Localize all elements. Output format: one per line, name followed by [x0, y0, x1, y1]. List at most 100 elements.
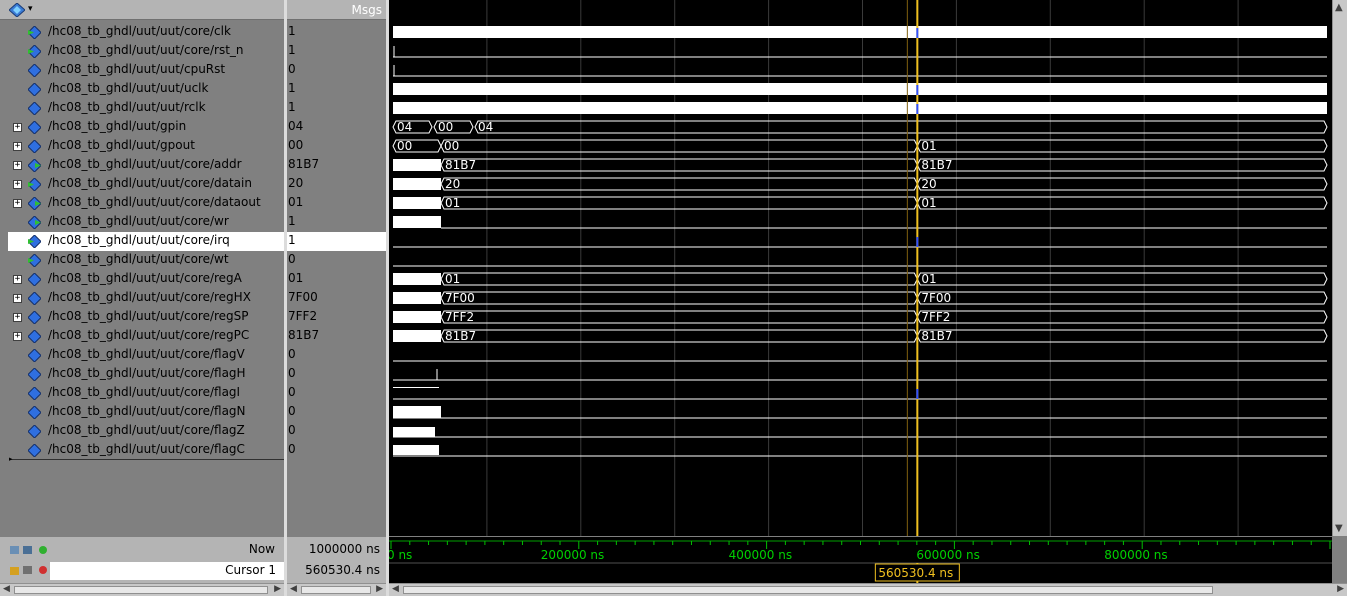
bus-segment	[916, 177, 1328, 191]
signal-value: 81B7	[288, 157, 320, 171]
signal-row[interactable]: + /hc08_tb_ghdl/uut/uut/core/addr	[8, 156, 284, 175]
wave-tools-icon[interactable]	[9, 3, 25, 17]
expand-icon[interactable]: +	[13, 332, 22, 341]
bus-activity	[393, 273, 441, 285]
bus-activity	[393, 197, 441, 209]
signal-row[interactable]: + /hc08_tb_ghdl/uut/gpin	[8, 118, 284, 137]
value-row[interactable]: 0	[287, 365, 386, 384]
value-row[interactable]: 04	[287, 118, 386, 137]
value-row[interactable]: 1	[287, 232, 386, 251]
signal-name: /hc08_tb_ghdl/uut/uut/core/flagV	[48, 347, 245, 361]
signal-row[interactable]: + /hc08_tb_ghdl/uut/gpout	[8, 137, 284, 156]
expand-icon[interactable]: +	[13, 313, 22, 322]
value-row[interactable]: 81B7	[287, 327, 386, 346]
value-row[interactable]: 0	[287, 422, 386, 441]
signal-value: 01	[288, 271, 304, 285]
value-row[interactable]: 1	[287, 23, 386, 42]
signal-row[interactable]: /hc08_tb_ghdl/uut/uut/core/irq	[8, 232, 284, 251]
expand-icon[interactable]: +	[13, 199, 22, 208]
value-row[interactable]: 0	[287, 61, 386, 80]
vertical-scrollbar[interactable]: ▲ ▼	[1332, 0, 1347, 536]
scroll-left-icon[interactable]: ◀	[3, 584, 10, 594]
scroll-down-icon[interactable]: ▼	[1335, 523, 1343, 534]
names-hscrollbar[interactable]: ◀ ▶	[0, 583, 284, 596]
scroll-thumb[interactable]	[14, 586, 268, 594]
scroll-thumb[interactable]	[301, 586, 371, 594]
bus-value-label: 81B7	[921, 329, 952, 343]
signal-row[interactable]: /hc08_tb_ghdl/uut/uut/core/clk	[8, 23, 284, 42]
signal-names-pane: ▾ /hc08_tb_ghdl/uut/uut/core/clk/hc08_tb…	[0, 0, 382, 536]
signal-row[interactable]: + /hc08_tb_ghdl/uut/uut/core/regA	[8, 270, 284, 289]
value-row[interactable]: 0	[287, 384, 386, 403]
value-row[interactable]: 1	[287, 213, 386, 232]
scroll-thumb[interactable]	[403, 586, 1213, 594]
signal-row[interactable]: + /hc08_tb_ghdl/uut/uut/core/regHX	[8, 289, 284, 308]
clock-band	[393, 102, 1327, 114]
value-row[interactable]: 7FF2	[287, 308, 386, 327]
expand-icon[interactable]: +	[13, 294, 22, 303]
value-row[interactable]: 0	[287, 403, 386, 422]
value-row[interactable]: 00	[287, 137, 386, 156]
waveform-pane[interactable]: 04 00 04 00 00 01 81B7 81B7 20 20 01 01 01 01 7F00 7F00…	[389, 0, 1332, 536]
signal-row[interactable]: + /hc08_tb_ghdl/uut/uut/core/regSP	[8, 308, 284, 327]
signal-value: 81B7	[288, 328, 320, 342]
input-port-icon	[28, 26, 41, 39]
expand-icon[interactable]: +	[13, 180, 22, 189]
cursor-toolbar-icons[interactable]	[10, 564, 50, 576]
scroll-right-icon[interactable]: ▶	[1337, 584, 1344, 594]
signal-row[interactable]: /hc08_tb_ghdl/uut/uut/core/wt	[8, 251, 284, 270]
signal-row[interactable]: /hc08_tb_ghdl/uut/uut/core/flagV	[8, 346, 284, 365]
signal-value: 7FF2	[288, 309, 318, 323]
expand-icon[interactable]: +	[13, 275, 22, 284]
value-row[interactable]: 0	[287, 441, 386, 460]
cursor-name-field[interactable]: Cursor 1	[50, 562, 284, 580]
signal-name: /hc08_tb_ghdl/uut/uut/core/flagH	[48, 366, 246, 380]
expand-icon[interactable]: +	[13, 142, 22, 151]
signal-row[interactable]: /hc08_tb_ghdl/uut/uut/core/wr	[8, 213, 284, 232]
scroll-up-icon[interactable]: ▲	[1335, 2, 1343, 13]
signal-value: 0	[288, 404, 296, 418]
scroll-left-icon[interactable]: ◀	[290, 584, 297, 594]
bus-value-label: 20	[921, 177, 936, 191]
now-toolbar-icons[interactable]	[10, 544, 50, 556]
bus-activity	[393, 178, 441, 190]
bus-segment	[440, 196, 918, 210]
timeline-ruler[interactable]: 0 ns 200000 ns 400000 ns 600000 ns 800000 ns…	[387, 537, 1332, 583]
signal-row[interactable]: + /hc08_tb_ghdl/uut/uut/core/regPC	[8, 327, 284, 346]
value-row[interactable]: 20	[287, 175, 386, 194]
value-row[interactable]: 1	[287, 42, 386, 61]
chevron-down-icon[interactable]: ▾	[28, 4, 33, 14]
scroll-right-icon[interactable]: ▶	[376, 584, 383, 594]
signal-row[interactable]: /hc08_tb_ghdl/uut/uut/core/flagI	[8, 384, 284, 403]
expand-icon[interactable]: +	[13, 161, 22, 170]
signal-row[interactable]: /hc08_tb_ghdl/uut/uut/core/flagN	[8, 403, 284, 422]
signal-row[interactable]: /hc08_tb_ghdl/uut/uut/core/flagZ	[8, 422, 284, 441]
signal-row[interactable]: + /hc08_tb_ghdl/uut/uut/core/datain	[8, 175, 284, 194]
values-hscrollbar[interactable]: ◀ ▶	[287, 583, 386, 596]
cursor-label: Cursor 1	[225, 563, 276, 577]
scroll-left-icon[interactable]: ◀	[392, 584, 399, 594]
signal-row[interactable]: /hc08_tb_ghdl/uut/uut/uclk	[8, 80, 284, 99]
cursor-values-pane: 1000000 ns 560530.4 ns	[287, 537, 386, 583]
expand-icon[interactable]: +	[13, 123, 22, 132]
bus-value-label: 01	[445, 272, 460, 286]
value-row[interactable]: 01	[287, 270, 386, 289]
bus-segment	[440, 310, 918, 324]
timeline-pane[interactable]: 0 ns 200000 ns 400000 ns 600000 ns 800000 ns…	[387, 537, 1332, 583]
wave-hscrollbar[interactable]: ◀ ▶	[389, 583, 1347, 596]
signal-row[interactable]: /hc08_tb_ghdl/uut/uut/core/flagC	[8, 441, 284, 460]
signal-row[interactable]: /hc08_tb_ghdl/uut/uut/rclk	[8, 99, 284, 118]
signal-row[interactable]: /hc08_tb_ghdl/uut/uut/cpuRst	[8, 61, 284, 80]
signal-row[interactable]: /hc08_tb_ghdl/uut/uut/core/rst_n	[8, 42, 284, 61]
waveform-canvas[interactable]: 04 00 04 00 00 01 81B7 81B7 20 20 01 01 01 01 7F00 7F00…	[389, 0, 1332, 536]
value-row[interactable]: 0	[287, 251, 386, 270]
scroll-right-icon[interactable]: ▶	[274, 584, 281, 594]
value-row[interactable]: 01	[287, 194, 386, 213]
value-row[interactable]: 1	[287, 99, 386, 118]
value-row[interactable]: 81B7	[287, 156, 386, 175]
value-row[interactable]: 1	[287, 80, 386, 99]
signal-row[interactable]: + /hc08_tb_ghdl/uut/uut/core/dataout	[8, 194, 284, 213]
value-row[interactable]: 7F00	[287, 289, 386, 308]
value-row[interactable]: 0	[287, 346, 386, 365]
signal-row[interactable]: /hc08_tb_ghdl/uut/uut/core/flagH	[8, 365, 284, 384]
